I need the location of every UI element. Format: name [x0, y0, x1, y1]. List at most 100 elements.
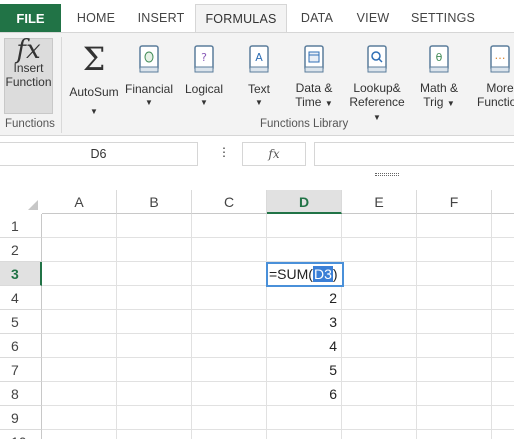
- cell-c9[interactable]: [192, 406, 267, 430]
- column-header-c[interactable]: C: [192, 190, 267, 214]
- cell-g1[interactable]: [492, 214, 514, 238]
- cell-c7[interactable]: [192, 358, 267, 382]
- cell-c1[interactable]: [192, 214, 267, 238]
- cell-a5[interactable]: [42, 310, 117, 334]
- tab-view[interactable]: VIEW: [348, 4, 398, 33]
- cell-c8[interactable]: [192, 382, 267, 406]
- name-box[interactable]: D6: [0, 142, 198, 166]
- math-trig-button[interactable]: θ Math & Trig ▼: [414, 45, 464, 111]
- cell-d8[interactable]: 6: [267, 382, 342, 406]
- resize-grip-icon[interactable]: [375, 173, 399, 176]
- cell-f6[interactable]: [417, 334, 492, 358]
- cell-b2[interactable]: [117, 238, 192, 262]
- insert-function-fx-button[interactable]: fx: [242, 142, 306, 166]
- column-header-d[interactable]: D: [267, 190, 342, 214]
- lookup-reference-button[interactable]: Lookup& Reference ▼: [344, 45, 410, 125]
- cell-g2[interactable]: [492, 238, 514, 262]
- row-header-1[interactable]: 1: [0, 214, 42, 238]
- column-header-a[interactable]: A: [42, 190, 117, 214]
- row-header-6[interactable]: 6: [0, 334, 42, 358]
- row-header-4[interactable]: 4: [0, 286, 42, 310]
- cell-f7[interactable]: [417, 358, 492, 382]
- cell-c10[interactable]: [192, 430, 267, 439]
- cell-e1[interactable]: [342, 214, 417, 238]
- tab-formulas[interactable]: FORMULAS: [195, 4, 287, 34]
- cell-a4[interactable]: [42, 286, 117, 310]
- cell-g7[interactable]: [492, 358, 514, 382]
- cell-f1[interactable]: [417, 214, 492, 238]
- cell-e10[interactable]: [342, 430, 417, 439]
- cell-a1[interactable]: [42, 214, 117, 238]
- cell-f5[interactable]: [417, 310, 492, 334]
- cell-d10[interactable]: [267, 430, 342, 439]
- cell-a9[interactable]: [42, 406, 117, 430]
- cell-e9[interactable]: [342, 406, 417, 430]
- text-button[interactable]: A Text ▼: [238, 45, 280, 110]
- row-header-8[interactable]: 8: [0, 382, 42, 406]
- cell-e7[interactable]: [342, 358, 417, 382]
- cell-a7[interactable]: [42, 358, 117, 382]
- active-cell-editor[interactable]: =SUM(D3): [266, 262, 344, 287]
- cell-a6[interactable]: [42, 334, 117, 358]
- column-header-g[interactable]: [492, 190, 514, 214]
- cell-c3[interactable]: [192, 262, 267, 286]
- cell-f10[interactable]: [417, 430, 492, 439]
- column-header-f[interactable]: F: [417, 190, 492, 214]
- cell-g9[interactable]: [492, 406, 514, 430]
- cell-g8[interactable]: [492, 382, 514, 406]
- row-header-5[interactable]: 5: [0, 310, 42, 334]
- select-all-corner[interactable]: [0, 190, 42, 214]
- cell-b1[interactable]: [117, 214, 192, 238]
- cell-g6[interactable]: [492, 334, 514, 358]
- cell-g3[interactable]: [492, 262, 514, 286]
- column-header-e[interactable]: E: [342, 190, 417, 214]
- financial-button[interactable]: Financial ▼: [124, 45, 174, 110]
- cell-d5[interactable]: 3: [267, 310, 342, 334]
- cell-b9[interactable]: [117, 406, 192, 430]
- tab-file[interactable]: FILE: [0, 4, 61, 33]
- cell-b7[interactable]: [117, 358, 192, 382]
- more-functions-button[interactable]: … More Function: [470, 45, 514, 109]
- cell-e6[interactable]: [342, 334, 417, 358]
- cell-d4[interactable]: 2: [267, 286, 342, 310]
- row-header-2[interactable]: 2: [0, 238, 42, 262]
- cell-c6[interactable]: [192, 334, 267, 358]
- cell-e3[interactable]: [342, 262, 417, 286]
- cell-d9[interactable]: [267, 406, 342, 430]
- cell-b6[interactable]: [117, 334, 192, 358]
- autosum-button[interactable]: Σ AutoSum ▼: [66, 41, 122, 119]
- tab-settings[interactable]: SETTINGS: [405, 4, 481, 33]
- cell-b3[interactable]: [117, 262, 192, 286]
- cell-g5[interactable]: [492, 310, 514, 334]
- cell-g4[interactable]: [492, 286, 514, 310]
- cell-c5[interactable]: [192, 310, 267, 334]
- cell-c4[interactable]: [192, 286, 267, 310]
- cell-b10[interactable]: [117, 430, 192, 439]
- row-header-10[interactable]: 10: [0, 430, 42, 439]
- more-options-icon[interactable]: ⋮: [218, 145, 230, 159]
- row-header-9[interactable]: 9: [0, 406, 42, 430]
- cell-a10[interactable]: [42, 430, 117, 439]
- cell-e8[interactable]: [342, 382, 417, 406]
- cell-d7[interactable]: 5: [267, 358, 342, 382]
- column-header-b[interactable]: B: [117, 190, 192, 214]
- cell-a2[interactable]: [42, 238, 117, 262]
- cell-g10[interactable]: [492, 430, 514, 439]
- tab-data[interactable]: DATA: [291, 4, 343, 33]
- cell-a3[interactable]: [42, 262, 117, 286]
- cell-f9[interactable]: [417, 406, 492, 430]
- cell-b4[interactable]: [117, 286, 192, 310]
- cell-e4[interactable]: [342, 286, 417, 310]
- tab-insert[interactable]: INSERT: [130, 4, 192, 33]
- logical-button[interactable]: ? Logical ▼: [181, 45, 227, 110]
- cell-f2[interactable]: [417, 238, 492, 262]
- cell-b5[interactable]: [117, 310, 192, 334]
- date-time-button[interactable]: Data & Time ▼: [290, 45, 338, 111]
- row-header-3[interactable]: 3: [0, 262, 42, 286]
- row-header-7[interactable]: 7: [0, 358, 42, 382]
- cell-d6[interactable]: 4: [267, 334, 342, 358]
- formula-input[interactable]: [314, 142, 514, 166]
- cell-c2[interactable]: [192, 238, 267, 262]
- cell-f4[interactable]: [417, 286, 492, 310]
- tab-home[interactable]: HOME: [66, 4, 126, 33]
